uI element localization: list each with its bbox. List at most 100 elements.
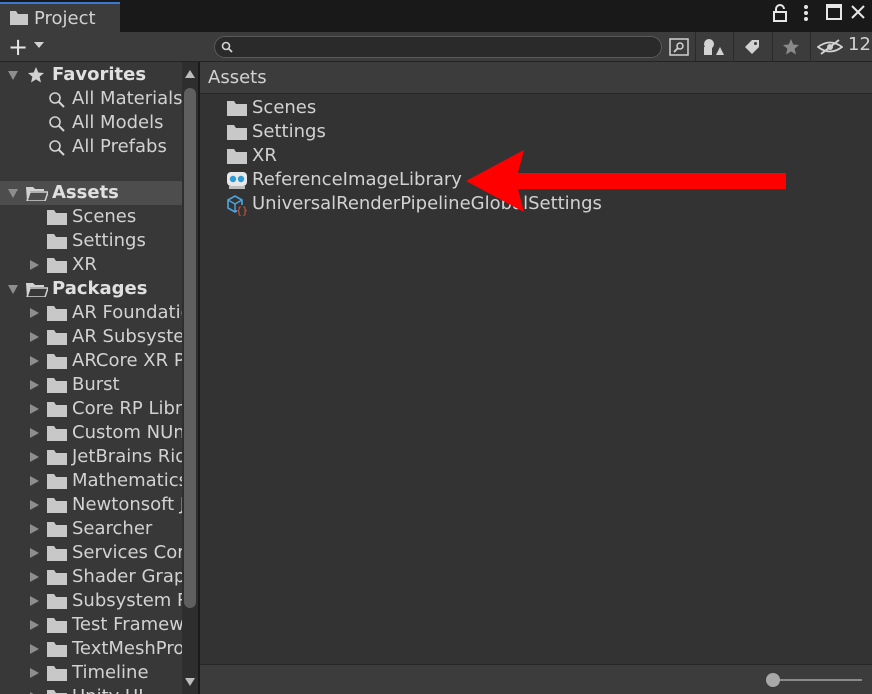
expand-arrow-icon[interactable] <box>30 596 39 606</box>
tree-item-all-prefabs[interactable]: All Prefabs <box>0 135 182 159</box>
expand-arrow-icon[interactable] <box>30 356 39 366</box>
breadcrumb-assets[interactable]: Assets <box>208 67 267 88</box>
tree-item-package[interactable]: Burst <box>0 373 182 397</box>
expand-arrow-icon[interactable] <box>30 668 39 678</box>
tree-item-package[interactable]: Searcher <box>0 517 182 541</box>
chevron-down-icon[interactable] <box>34 42 44 48</box>
search-field[interactable] <box>214 36 662 59</box>
tree-item-assets[interactable]: Assets <box>0 181 182 205</box>
folder-icon <box>47 258 67 273</box>
tree-item-all-models[interactable]: All Models <box>0 111 182 135</box>
zoom-slider-track[interactable] <box>772 679 862 681</box>
tree-item-package[interactable]: Timeline <box>0 661 182 685</box>
toggle-hidden-packages-button[interactable] <box>815 35 845 59</box>
tree-item-package[interactable]: ARCore XR Plugin <box>0 349 182 373</box>
tree-item-all-materials[interactable]: All Materials <box>0 87 182 111</box>
tree-item-label: All Materials <box>72 88 182 109</box>
expand-arrow-icon[interactable] <box>8 285 18 294</box>
close-icon[interactable] <box>850 4 866 26</box>
tab-bar: Project <box>0 0 872 32</box>
toolbar-separator <box>695 32 696 62</box>
expand-arrow-icon[interactable] <box>30 404 39 414</box>
folder-icon <box>47 546 67 561</box>
tree-item-label: Burst <box>72 374 120 395</box>
expand-arrow-icon[interactable] <box>30 332 39 342</box>
expand-arrow-icon[interactable] <box>30 524 39 534</box>
sidebar-scrollbar[interactable] <box>182 62 198 694</box>
folder-icon <box>47 330 67 345</box>
expand-arrow-icon[interactable] <box>30 500 39 510</box>
expand-arrow-icon[interactable] <box>30 644 39 654</box>
tree-item-label: Assets <box>52 182 119 203</box>
tree-item-label: Unity UI <box>72 685 144 694</box>
tree-item-package[interactable]: Core RP Library <box>0 397 182 421</box>
plus-icon[interactable]: + <box>8 32 28 62</box>
breadcrumb: Assets <box>200 62 872 94</box>
scroll-up-icon[interactable] <box>185 70 195 78</box>
tab-project[interactable]: Project <box>0 2 120 32</box>
folder-icon <box>47 306 67 321</box>
tree-item-package[interactable]: Services Core <box>0 541 182 565</box>
tree-item-xr[interactable]: XR <box>0 253 182 277</box>
tree-item-package[interactable]: Custom NUnit <box>0 421 182 445</box>
annotation-arrow <box>466 150 786 212</box>
tree-item-package[interactable]: Shader Graph <box>0 565 182 589</box>
toolbar-separator <box>733 32 734 62</box>
folder-icon <box>47 594 67 609</box>
expand-arrow-icon[interactable] <box>30 476 39 486</box>
tree-item-label: ARCore XR Plugin <box>72 350 182 371</box>
folder-icon <box>47 210 67 225</box>
expand-arrow-icon[interactable] <box>30 452 39 462</box>
search-icon <box>221 41 233 53</box>
tree-item-package[interactable]: AR Foundation <box>0 301 182 325</box>
tree-item-packages[interactable]: Packages <box>0 277 182 301</box>
maximize-icon[interactable] <box>826 4 842 26</box>
bottom-bar <box>200 664 872 694</box>
tree-item-package[interactable]: Mathematics <box>0 469 182 493</box>
tree-item-scenes[interactable]: Scenes <box>0 205 182 229</box>
search-by-type-button[interactable] <box>664 35 694 59</box>
folder-icon <box>47 570 67 585</box>
folder-icon <box>47 666 67 681</box>
lock-icon[interactable] <box>773 4 787 28</box>
expand-arrow-icon[interactable] <box>8 189 18 198</box>
tree-item-label: Custom NUnit <box>72 422 182 443</box>
folder-icon <box>47 690 67 694</box>
tree-item-package[interactable]: Test Framework <box>0 613 182 637</box>
tree-item-package[interactable]: JetBrains Rider Editor <box>0 445 182 469</box>
tree-item-package[interactable]: Unity UI <box>0 685 182 694</box>
tree-item-package[interactable]: AR Subsystems <box>0 325 182 349</box>
folder-icon <box>47 474 67 489</box>
tree-item-settings[interactable]: Settings <box>0 229 182 253</box>
expand-arrow-icon[interactable] <box>30 428 39 438</box>
tree-item-label: XR <box>72 254 97 275</box>
tree-item-label: Services Core <box>72 542 182 563</box>
tree-item-package[interactable]: Newtonsoft Json <box>0 493 182 517</box>
folder-icon <box>47 426 67 441</box>
scroll-down-icon[interactable] <box>185 678 195 686</box>
tree-item-label: Core RP Library <box>72 398 182 419</box>
asset-item-label: XR <box>252 145 277 166</box>
expand-arrow-icon[interactable] <box>30 308 39 318</box>
save-search-button[interactable] <box>776 35 806 59</box>
search-input[interactable] <box>235 37 659 59</box>
hidden-eye-icon <box>817 39 843 55</box>
expand-arrow-icon[interactable] <box>8 71 18 80</box>
expand-arrow-icon[interactable] <box>30 260 39 270</box>
tree-item-package[interactable]: TextMeshPro <box>0 637 182 661</box>
tree-item-package[interactable]: Subsystem Registration <box>0 589 182 613</box>
toolbar-separator <box>810 32 811 62</box>
filter-by-type-button[interactable] <box>698 35 728 59</box>
scrollbar-thumb[interactable] <box>184 88 196 608</box>
expand-arrow-icon[interactable] <box>30 572 39 582</box>
tree-item-label: Scenes <box>72 206 137 227</box>
zoom-slider-handle[interactable] <box>766 673 780 687</box>
more-options-icon[interactable] <box>803 4 809 28</box>
folder-icon <box>227 101 247 116</box>
filter-by-label-button[interactable] <box>737 35 767 59</box>
expand-arrow-icon[interactable] <box>30 548 39 558</box>
tree-item-label: All Models <box>72 112 164 133</box>
tree-item-favorites[interactable]: Favorites <box>0 63 182 87</box>
expand-arrow-icon[interactable] <box>30 620 39 630</box>
expand-arrow-icon[interactable] <box>30 380 39 390</box>
